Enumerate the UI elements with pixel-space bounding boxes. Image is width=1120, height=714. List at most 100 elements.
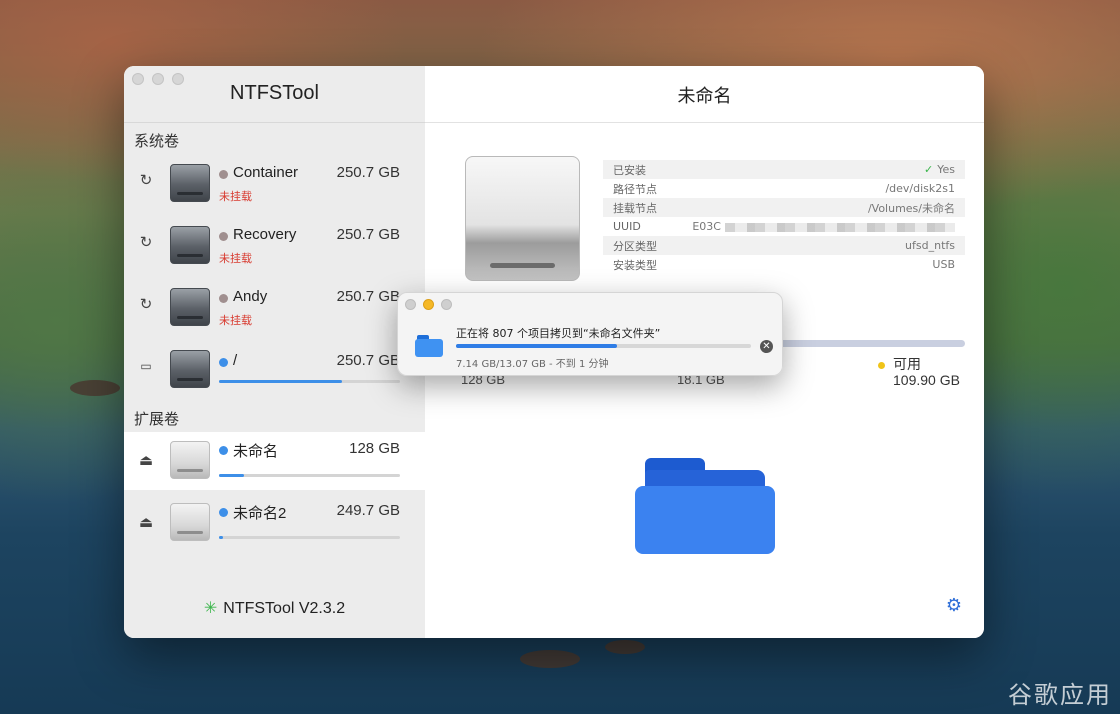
refresh-icon[interactable]: ↻ [138,172,154,188]
info-label: 安装类型 [613,258,657,272]
status-dot [219,232,228,241]
volume-row-andy[interactable]: ↻ Andy 250.7 GB 未挂载 [124,280,425,338]
refresh-icon[interactable]: ↻ [138,234,154,250]
info-value: /dev/disk2s1 [885,182,955,195]
volume-usage-bar [219,380,400,383]
volume-usage-fill [219,380,343,383]
folder-icon [415,335,443,357]
volume-name: 未命名 [233,443,279,460]
hard-disk-icon [170,288,210,326]
volume-name: 未命名2 [233,505,287,522]
folder-body [415,339,443,357]
external-disk-icon [170,441,210,479]
info-value: ✓ Yes [924,163,955,176]
copy-progress-dialog: 正在将 807 个项目拷贝到“未命名文件夹” 7.14 GB/13.07 GB … [397,292,783,376]
hard-disk-icon [170,226,210,264]
eject-icon[interactable]: ⏏ [138,514,154,530]
app-title: NTFSTool [230,82,319,104]
check-icon: ✓ [924,163,934,176]
status-dot [219,294,228,303]
copy-progress-text: 7.14 GB/13.07 GB - 不到 1 分钟 [456,359,609,370]
installed-value: Yes [937,163,955,176]
volume-title: 未命名 [677,86,732,107]
volume-size: 128 GB [349,440,400,457]
info-label: 已安装 [613,163,646,177]
volume-row-container[interactable]: ↻ Container 250.7 GB 未挂载 [124,156,425,214]
volume-state: 未挂载 [219,252,252,265]
volume-name: Container [233,164,299,181]
folder-icon [635,454,777,554]
volume-usage-bar [219,536,400,539]
available-size: 109.90 GB [893,372,960,388]
app-version: ✳ NTFSTool V2.3.2 [124,598,425,618]
system-volumes-label: 系统卷 [134,132,180,150]
volume-row-unnamed2[interactable]: ⏏ 未命名2 249.7 GB [124,494,425,552]
copy-message: 正在将 807 个项目拷贝到“未命名文件夹” [456,327,661,340]
sea-rock [70,380,120,396]
info-value: E03C [692,220,955,233]
available-legend: 可用 [878,354,921,374]
available-label: 可用 [893,356,921,372]
info-label: 挂载节点 [613,201,657,215]
info-row-mount: 挂载节点 /Volumes/未命名 [603,198,965,217]
status-dot [219,446,228,455]
uuid-value: E03C [692,220,721,233]
info-value: ufsd_ntfs [905,239,955,252]
dialog-minimize-button[interactable] [423,299,434,310]
volume-size: 250.7 GB [336,226,400,243]
volume-size: 249.7 GB [336,502,400,519]
drive-icon[interactable]: ▭ [138,358,154,374]
info-label: 分区类型 [613,239,657,253]
watermark: 谷歌应用 [1008,681,1112,709]
status-dot [219,508,228,517]
sea-rock [605,640,645,654]
status-dot [219,358,228,367]
loading-spinner-icon: ✳ [203,600,218,617]
sidebar-divider [124,122,425,123]
info-label: UUID [613,220,641,233]
sea-rock [520,650,580,668]
volume-size: 250.7 GB [336,288,400,305]
info-row-install-type: 安装类型 USB [603,255,965,274]
refresh-icon[interactable]: ↻ [138,296,154,312]
volume-state: 未挂载 [219,190,252,203]
folder-front [635,486,775,554]
external-disk-large-icon [465,156,580,281]
uuid-redacted [725,222,955,232]
status-dot [219,170,228,179]
info-row-installed: 已安装 ✓ Yes [603,160,965,179]
available-dot [878,361,885,369]
volume-name: Andy [233,288,268,305]
volume-usage-bar [219,474,400,477]
settings-gear-icon[interactable]: ⚙ [946,595,962,616]
hard-disk-icon [170,350,210,388]
info-row-uuid: UUID E03C [603,217,965,236]
info-row-path: 路径节点 /dev/disk2s1 [603,179,965,198]
info-label: 路径节点 [613,182,657,196]
eject-icon[interactable]: ⏏ [138,452,154,468]
version-label: NTFSTool V2.3.2 [223,600,346,617]
cancel-copy-icon[interactable]: ✕ [760,340,773,353]
dialog-close-button[interactable] [405,299,416,310]
info-row-partition-type: 分区类型 ufsd_ntfs [603,236,965,255]
info-value: /Volumes/未命名 [867,201,955,215]
volume-name: / [233,352,238,369]
dialog-zoom-button[interactable] [441,299,452,310]
volume-info-table: 已安装 ✓ Yes 路径节点 /dev/disk2s1 挂载节点 /Volumes… [603,160,965,274]
copy-progress-fill [456,344,618,348]
volume-name: Recovery [233,226,297,243]
main-divider [425,122,984,123]
dialog-window-controls [405,299,452,310]
volume-row-recovery[interactable]: ↻ Recovery 250.7 GB 未挂载 [124,218,425,276]
volume-state: 未挂载 [219,314,252,327]
volume-row-unnamed[interactable]: ⏏ 未命名 128 GB [124,432,425,490]
volume-usage-fill [219,536,223,539]
external-volumes-label: 扩展卷 [134,410,180,428]
copy-progress-bar [456,344,751,348]
volume-usage-fill [219,474,245,477]
sidebar: NTFSTool 系统卷 ↻ Container 250.7 GB 未挂载 ↻ … [124,66,425,638]
volume-row-root[interactable]: ▭ / 250.7 GB [124,342,425,400]
volume-size: 250.7 GB [336,352,400,369]
external-disk-icon [170,503,210,541]
info-value: USB [932,258,955,271]
